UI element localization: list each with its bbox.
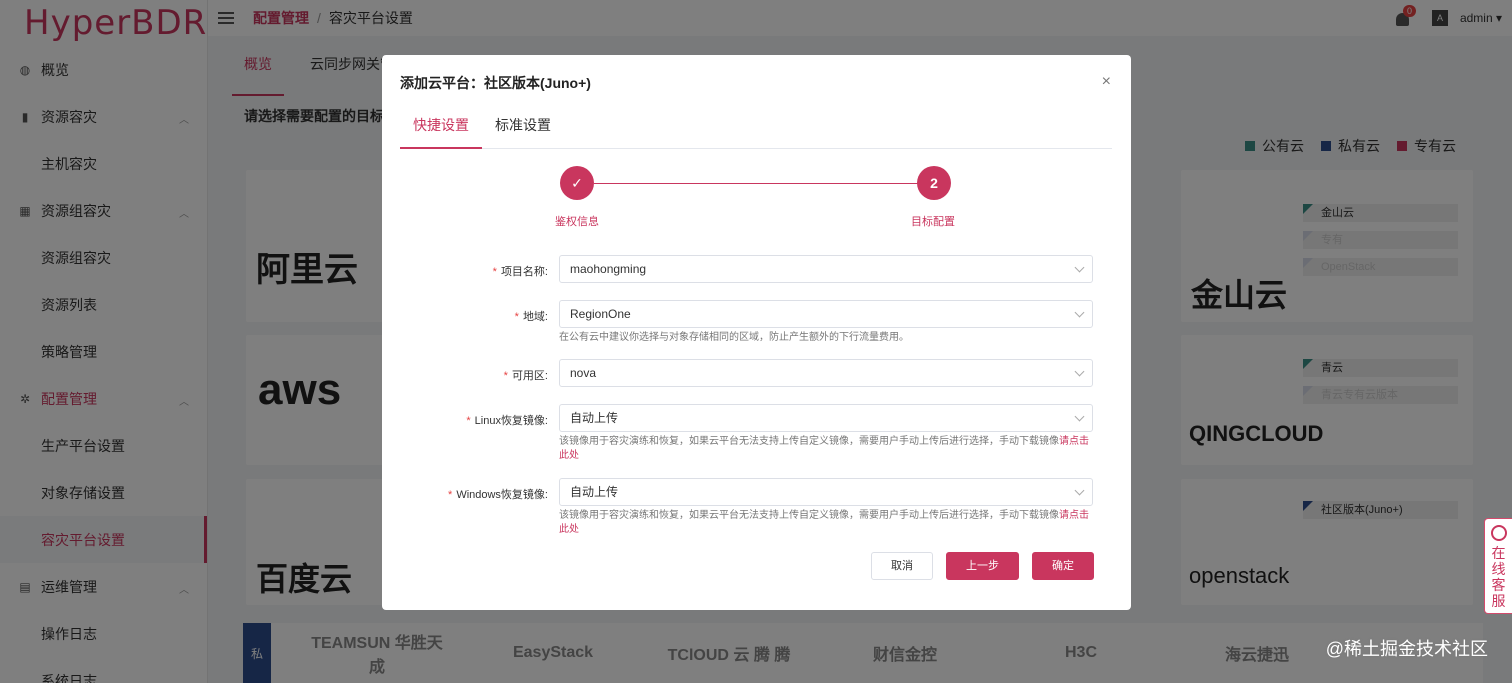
project-select[interactable]: maohongming	[559, 255, 1093, 283]
confirm-button[interactable]: 确定	[1032, 552, 1094, 580]
windows-image-label: * Windows恢复镜像:	[448, 489, 548, 501]
zone-select[interactable]: nova	[559, 359, 1093, 387]
step-number: 2	[917, 166, 951, 200]
chevron-down-icon	[1074, 262, 1085, 273]
windows-image-select[interactable]: 自动上传	[559, 478, 1093, 506]
region-label: * 地域:	[514, 311, 548, 323]
tab-quick-setup[interactable]: 快捷设置	[400, 103, 482, 149]
dialog-title: 添加云平台：社区版本(Juno+)	[400, 75, 591, 91]
region-select[interactable]: RegionOne	[559, 300, 1093, 328]
close-icon[interactable]: ×	[1102, 73, 1111, 91]
linux-image-hint: 该镜像用于容灾演练和恢复，如果云平台无法支持上传自定义镜像，需要用户手动上传后进…	[559, 436, 1089, 461]
add-cloud-platform-dialog: 添加云平台：社区版本(Juno+) × 快捷设置 标准设置 ✓ 2 鉴权信息 目…	[382, 55, 1131, 610]
step-label-target: 目标配置	[911, 216, 955, 228]
dialog-tabs: 快捷设置 标准设置	[400, 103, 1112, 149]
linux-image-label: * Linux恢复镜像:	[466, 415, 548, 427]
tab-standard-setup[interactable]: 标准设置	[482, 103, 564, 149]
linux-image-select[interactable]: 自动上传	[559, 404, 1093, 432]
online-service-label: 在线客服	[1491, 545, 1506, 609]
headset-icon	[1490, 525, 1507, 541]
watermark: @稀土掘金技术社区	[1325, 639, 1488, 659]
previous-step-button[interactable]: 上一步	[946, 552, 1019, 580]
windows-image-hint: 该镜像用于容灾演练和恢复，如果云平台无法支持上传自定义镜像，需要用户手动上传后进…	[559, 510, 1089, 535]
step-label-auth: 鉴权信息	[555, 216, 599, 228]
chevron-down-icon	[1074, 307, 1085, 318]
chevron-down-icon	[1074, 366, 1085, 377]
stepper: ✓ 2 鉴权信息 目标配置	[382, 165, 1131, 235]
cancel-button[interactable]: 取消	[871, 552, 933, 580]
region-hint: 在公有云中建议你选择与对象存储相同的区域，防止产生额外的下行流量费用。	[559, 332, 909, 343]
chevron-down-icon	[1074, 485, 1085, 496]
project-label: * 项目名称:	[492, 266, 548, 278]
chevron-down-icon	[1074, 411, 1085, 422]
zone-label: * 可用区:	[503, 370, 548, 382]
online-service-button[interactable]: 在线客服	[1484, 518, 1512, 614]
step-connector	[594, 183, 918, 184]
check-icon: ✓	[560, 166, 594, 200]
